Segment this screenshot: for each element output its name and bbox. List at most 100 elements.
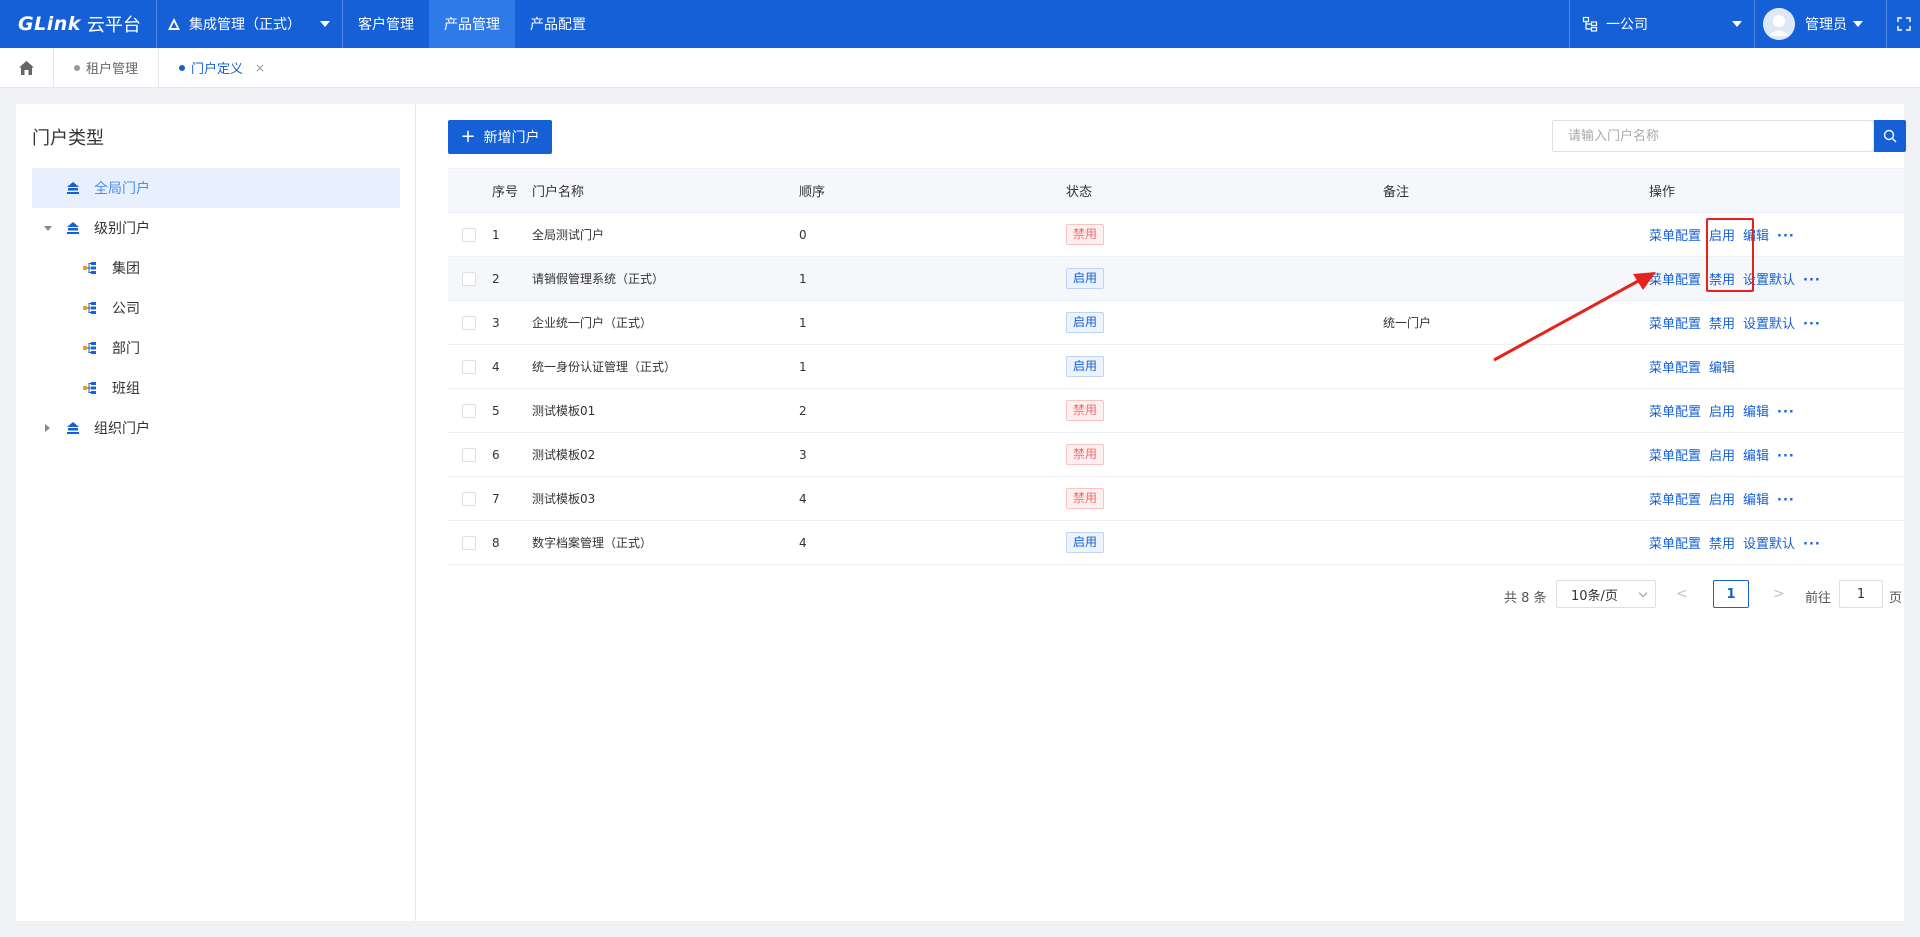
home-button[interactable] xyxy=(0,47,54,88)
row-checkbox[interactable] xyxy=(462,271,476,286)
tree-node-department[interactable]: 部门 xyxy=(32,328,400,368)
tab-label: 租户管理 xyxy=(86,62,139,77)
row-status-cell: 启用 xyxy=(1066,520,1383,565)
pagination-total: 共 8 条 xyxy=(1504,591,1547,606)
company-select[interactable]: 一公司 xyxy=(1569,0,1754,48)
row-checkbox[interactable] xyxy=(462,447,476,462)
triangle-logo-icon xyxy=(168,18,180,30)
action-link[interactable]: 菜单配置 xyxy=(1649,405,1701,420)
user-name: 管理员 xyxy=(1805,17,1847,33)
tree-node-level-portal[interactable]: 级别门户 xyxy=(32,208,400,248)
close-icon[interactable]: × xyxy=(255,61,265,75)
action-link[interactable]: 菜单配置 xyxy=(1649,449,1701,464)
portal-type-panel: 门户类型 全局门户 级别门户 集团 公司 部门 班组 组织门户 xyxy=(16,104,416,921)
action-link[interactable]: 菜单配置 xyxy=(1649,493,1701,508)
header-remark: 备注 xyxy=(1383,168,1649,213)
row-actions: 菜单配置 禁用 设置默认 ··· xyxy=(1649,256,1904,301)
branch-node-icon xyxy=(83,262,96,274)
fullscreen-button[interactable] xyxy=(1886,0,1920,48)
action-link[interactable]: 启用 xyxy=(1709,405,1735,420)
action-link[interactable]: 启用 xyxy=(1709,493,1735,508)
nav-item-product[interactable]: 产品管理 xyxy=(429,0,515,48)
tab-label: 门户定义 xyxy=(191,62,244,77)
prev-page-button[interactable]: < xyxy=(1676,586,1688,602)
header-actions: 操作 xyxy=(1649,168,1904,213)
action-link[interactable]: 禁用 xyxy=(1709,317,1735,332)
row-remark xyxy=(1383,476,1649,521)
action-link[interactable]: 编辑 xyxy=(1743,405,1769,420)
table-row: 4 统一身份认证管理（正式） 1 启用 菜单配置 编辑 xyxy=(448,344,1904,389)
row-select-cell xyxy=(448,300,492,345)
more-actions-button[interactable]: ··· xyxy=(1803,317,1821,332)
next-page-button[interactable]: > xyxy=(1773,586,1785,602)
page-size-label: 10条/页 xyxy=(1571,588,1618,604)
search-button[interactable] xyxy=(1874,120,1906,152)
status-badge: 禁用 xyxy=(1066,400,1105,421)
row-checkbox[interactable] xyxy=(462,315,476,330)
tree-node-company[interactable]: 公司 xyxy=(32,288,400,328)
row-checkbox[interactable] xyxy=(462,535,476,550)
more-actions-button[interactable]: ··· xyxy=(1777,493,1795,508)
nav-item-label: 产品管理 xyxy=(444,17,500,33)
action-link[interactable]: 编辑 xyxy=(1743,449,1769,464)
table-row: 1 全局测试门户 0 禁用 菜单配置 启用 编辑 ··· xyxy=(448,212,1904,257)
row-remark xyxy=(1383,388,1649,433)
action-link[interactable]: 编辑 xyxy=(1709,361,1735,376)
tree-node-label: 部门 xyxy=(112,341,140,357)
tree-node-org-portal[interactable]: 组织门户 xyxy=(32,408,400,448)
status-badge: 禁用 xyxy=(1066,488,1105,509)
search-icon xyxy=(1883,129,1897,143)
row-name: 测试模板01 xyxy=(532,388,799,433)
row-checkbox[interactable] xyxy=(462,227,476,242)
row-name: 全局测试门户 xyxy=(532,212,799,257)
status-badge: 启用 xyxy=(1066,532,1105,553)
brand-cloud-text: 云平台 xyxy=(86,15,141,36)
more-actions-button[interactable]: ··· xyxy=(1777,449,1795,464)
more-actions-button[interactable]: ··· xyxy=(1803,273,1821,288)
action-link[interactable]: 设置默认 xyxy=(1743,537,1795,552)
nav-item-customer[interactable]: 客户管理 xyxy=(343,0,429,48)
more-actions-button[interactable]: ··· xyxy=(1803,537,1821,552)
goto-page-input[interactable] xyxy=(1839,580,1883,608)
row-select-cell xyxy=(448,520,492,565)
row-actions: 菜单配置 禁用 设置默认 ··· xyxy=(1649,520,1904,565)
add-portal-button[interactable]: + 新增门户 xyxy=(448,120,552,154)
more-actions-button[interactable]: ··· xyxy=(1777,405,1795,420)
action-link[interactable]: 菜单配置 xyxy=(1649,229,1701,244)
tree-node-team[interactable]: 班组 xyxy=(32,368,400,408)
row-checkbox[interactable] xyxy=(462,403,476,418)
app-select[interactable]: 集成管理（正式） xyxy=(157,0,343,48)
page-size-select[interactable]: 10条/页 xyxy=(1556,580,1656,608)
row-checkbox[interactable] xyxy=(462,491,476,506)
action-link[interactable]: 菜单配置 xyxy=(1649,537,1701,552)
row-no: 3 xyxy=(492,300,532,345)
row-no: 7 xyxy=(492,476,532,521)
nav-item-product-config[interactable]: 产品配置 xyxy=(515,0,601,48)
row-checkbox[interactable] xyxy=(462,359,476,374)
portal-icon xyxy=(67,222,79,234)
row-name: 测试模板03 xyxy=(532,476,799,521)
page-number-current[interactable]: 1 xyxy=(1713,580,1749,608)
add-portal-label: 新增门户 xyxy=(483,130,540,146)
expand-arrow-icon[interactable] xyxy=(45,424,50,432)
action-link[interactable]: 启用 xyxy=(1709,449,1735,464)
action-link[interactable]: 编辑 xyxy=(1743,493,1769,508)
tree-node-global-portal[interactable]: 全局门户 xyxy=(32,168,400,208)
branch-node-icon xyxy=(83,302,96,314)
tree-node-label: 公司 xyxy=(112,301,140,317)
action-link[interactable]: 禁用 xyxy=(1709,537,1735,552)
row-actions: 菜单配置 禁用 设置默认 ··· xyxy=(1649,300,1904,345)
org-tree-icon xyxy=(1582,16,1598,32)
action-link[interactable]: 设置默认 xyxy=(1743,317,1795,332)
tab-tenant-management[interactable]: 租户管理 xyxy=(54,47,160,88)
user-menu[interactable]: 管理员 xyxy=(1754,0,1886,48)
status-badge: 启用 xyxy=(1066,356,1105,377)
portal-icon xyxy=(67,422,79,434)
more-actions-button[interactable]: ··· xyxy=(1777,229,1795,244)
search-input[interactable] xyxy=(1553,121,1873,151)
expand-arrow-icon[interactable] xyxy=(44,225,52,231)
tab-portal-definition[interactable]: 门户定义 × xyxy=(159,48,285,88)
tree-node-group[interactable]: 集团 xyxy=(32,248,400,288)
brand-logo[interactable]: GLink 云平台 xyxy=(0,0,157,48)
row-order: 1 xyxy=(799,300,1066,345)
